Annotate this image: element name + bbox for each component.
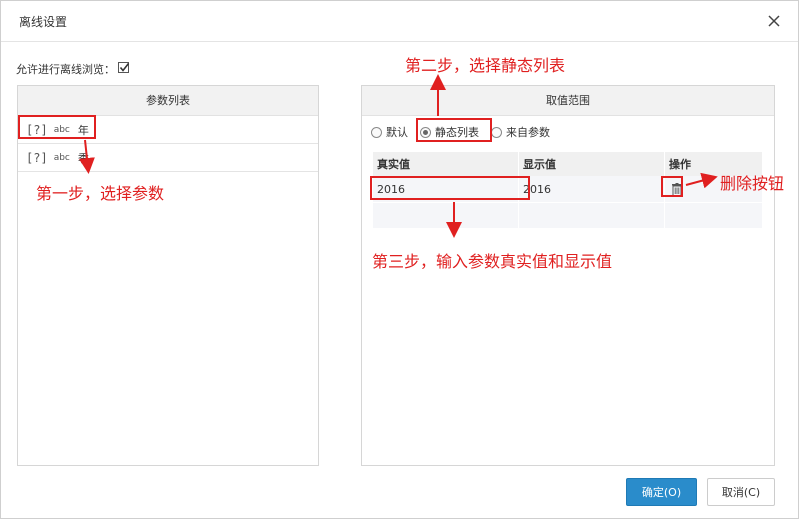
annotation-step1: 第一步，选择参数 [36, 184, 165, 203]
arrow-delete [685, 172, 718, 189]
annotation-step3: 第三步，输入参数真实值和显示值 [372, 252, 613, 271]
annotation-delete: 删除按钮 [720, 174, 785, 193]
arrow-step1 [78, 139, 95, 174]
annotation-step2: 第二步，选择静态列表 [405, 56, 566, 75]
